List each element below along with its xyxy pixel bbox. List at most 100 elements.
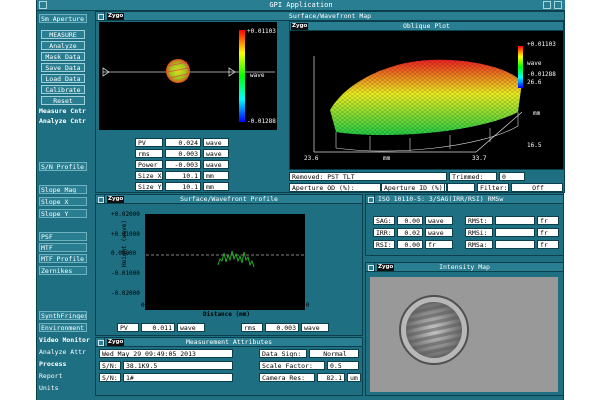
window-menu-icon[interactable] <box>39 1 47 9</box>
gpi-application-window: GPI Application Sm Aperture MEASURE Anal… <box>36 0 565 400</box>
panel-menu-icon[interactable] <box>96 12 105 20</box>
scale-factor-value: 0.5 <box>327 361 359 370</box>
analyze-button[interactable]: Analyze <box>41 41 85 50</box>
oblique-scale-min: -0.01288 <box>527 71 556 78</box>
sidebar-item-analyze-attr[interactable]: Analyze Attr <box>39 348 86 357</box>
measure-cntr-label[interactable]: Measure Cntr <box>39 107 86 116</box>
measurement-date: Wed May 29 09:49:05 2013 <box>99 349 233 358</box>
sn1-value: 38.1K9.5 <box>123 361 233 370</box>
zygo-logo-profile: Zygo <box>107 196 125 203</box>
size-x-unit: mm <box>203 171 229 180</box>
camera-res-value: 82.1 <box>317 373 345 382</box>
map-scale-min: -0.01288 <box>247 118 276 125</box>
size-y-unit: mm <box>203 182 229 191</box>
sidebar-item-sn-profile[interactable]: S/N Profile <box>39 162 87 171</box>
calibrate-button[interactable]: Calibrate <box>41 85 85 94</box>
profile-y-tick-4: -0.02000 <box>111 290 140 297</box>
load-data-button[interactable]: Load Data <box>41 74 85 83</box>
sidebar-item-synthfringes[interactable]: SynthFringes <box>39 311 87 320</box>
analyze-cntr-label[interactable]: Analyze Cntr <box>39 117 86 126</box>
oblique-z-label: 26.6 <box>527 79 542 86</box>
intensity-image <box>370 277 558 392</box>
sidebar-item-process[interactable]: Process <box>39 360 66 369</box>
sidebar-item-report[interactable]: Report <box>39 372 62 381</box>
sidebar-item-mtf-profile[interactable]: MTF Profile <box>39 254 87 263</box>
minimize-icon[interactable] <box>543 1 551 9</box>
sidebar-item-slope-mag[interactable]: Slope Mag <box>39 185 87 194</box>
size-y-label: Size Y <box>135 182 163 191</box>
filter-value[interactable]: Off <box>511 183 563 192</box>
filter-label: Filter: <box>477 183 509 192</box>
mask-data-button[interactable]: Mask Data <box>41 52 85 61</box>
app-title: GPI Application <box>269 1 333 9</box>
trimmed-value: 0 <box>499 172 525 181</box>
oblique-plot-panel: Zygo Oblique Plot +0.01103 wave -0.01288… <box>289 21 564 170</box>
aperture-od-label: Aperture OD (%): <box>289 183 381 192</box>
reset-button[interactable]: Reset <box>41 96 85 105</box>
size-x-value: 10.1 <box>165 171 201 180</box>
rsi-value: 0.00 <box>397 240 423 249</box>
sidebar-item-zernikes[interactable]: Zernikes <box>39 266 87 275</box>
iso-menu-icon[interactable] <box>366 195 375 203</box>
oblique-x-right: 33.7 <box>472 155 487 162</box>
sn1-label: S/N: <box>99 361 121 370</box>
camera-res-unit: um <box>347 373 361 382</box>
oblique-y-unit: mm <box>533 110 541 117</box>
sm-aperture-label[interactable]: Sm Aperture <box>39 14 87 23</box>
surface-map-image: +0.01103 wave -0.01288 <box>99 22 277 130</box>
profile-y-tick-3: -0.01000 <box>111 270 140 277</box>
pv-label: PV <box>135 138 163 147</box>
sidebar-item-slope-y[interactable]: Slope Y <box>39 209 87 218</box>
rmsa-label: RMSa: <box>465 240 493 249</box>
surface-map-title: Zygo Surface/Wavefront Map <box>96 12 564 21</box>
sidebar-item-environment[interactable]: Environment Te <box>39 323 87 332</box>
attributes-menu-icon[interactable] <box>96 338 105 346</box>
rmst-value <box>495 216 535 225</box>
pv-value: 0.024 <box>165 138 201 147</box>
profile-ylabel: Height (wave) <box>120 220 128 267</box>
profile-pv-label: PV <box>117 323 139 332</box>
sag-value: 0.00 <box>397 216 423 225</box>
rmst-unit: fr <box>537 216 559 225</box>
zygo-logo-intensity: Zygo <box>377 264 395 271</box>
zygo-logo-attributes: Zygo <box>107 339 125 346</box>
sidebar-item-psf[interactable]: PSF <box>39 232 87 241</box>
iso-title: ISO 10110-5: 3/SAG(IRR/RSI) RMSw <box>366 195 563 204</box>
profile-title: Zygo Surface/Wavefront Profile <box>96 195 362 204</box>
rmsa-unit: fr <box>537 240 559 249</box>
profile-menu-icon[interactable] <box>96 195 105 203</box>
profile-x-tick-3: 30.0 <box>235 302 250 309</box>
profile-xlabel: Distance (mm) <box>203 311 250 318</box>
measure-button[interactable]: MEASURE <box>41 30 85 39</box>
profile-rms-label: rms <box>241 323 263 332</box>
sidebar-item-mtf[interactable]: MTF <box>39 243 87 252</box>
intensity-menu-icon[interactable] <box>366 263 375 271</box>
sag-label: SAG: <box>373 216 395 225</box>
profile-line <box>217 250 255 268</box>
rsi-unit: fr <box>425 240 453 249</box>
profile-y-tick-0: +0.02000 <box>111 211 140 218</box>
rmsi-unit: fr <box>537 228 559 237</box>
profile-x-tick-4: 40.0 <box>267 302 282 309</box>
sn2-value: 1# <box>123 373 233 382</box>
size-x-label: Size X <box>135 171 163 180</box>
sidebar-item-video-monitor[interactable]: Video Monitor <box>39 336 90 345</box>
irr-value: 0.02 <box>397 228 423 237</box>
profile-plot <box>145 214 306 310</box>
rms-unit: wave <box>203 149 229 158</box>
sidebar-item-units[interactable]: Units <box>39 384 59 393</box>
irr-unit: wave <box>425 228 453 237</box>
oblique-y-value: 16.5 <box>527 142 542 149</box>
size-y-value: 10.1 <box>165 182 201 191</box>
maximize-icon[interactable] <box>554 1 562 9</box>
irr-label: IRR: <box>373 228 395 237</box>
attributes-title: Zygo Measurement Attributes <box>96 338 362 347</box>
sidebar-item-slope-x[interactable]: Slope X <box>39 197 87 206</box>
aperture-id-value <box>447 183 475 192</box>
power-unit: wave <box>203 160 229 169</box>
save-data-button[interactable]: Save Data <box>41 63 85 72</box>
removed-status: Removed: PST TLT <box>289 172 447 181</box>
oblique-scale-unit: wave <box>527 60 542 67</box>
sag-unit: wave <box>425 216 453 225</box>
intensity-title: Zygo Intensity Map <box>366 263 563 272</box>
